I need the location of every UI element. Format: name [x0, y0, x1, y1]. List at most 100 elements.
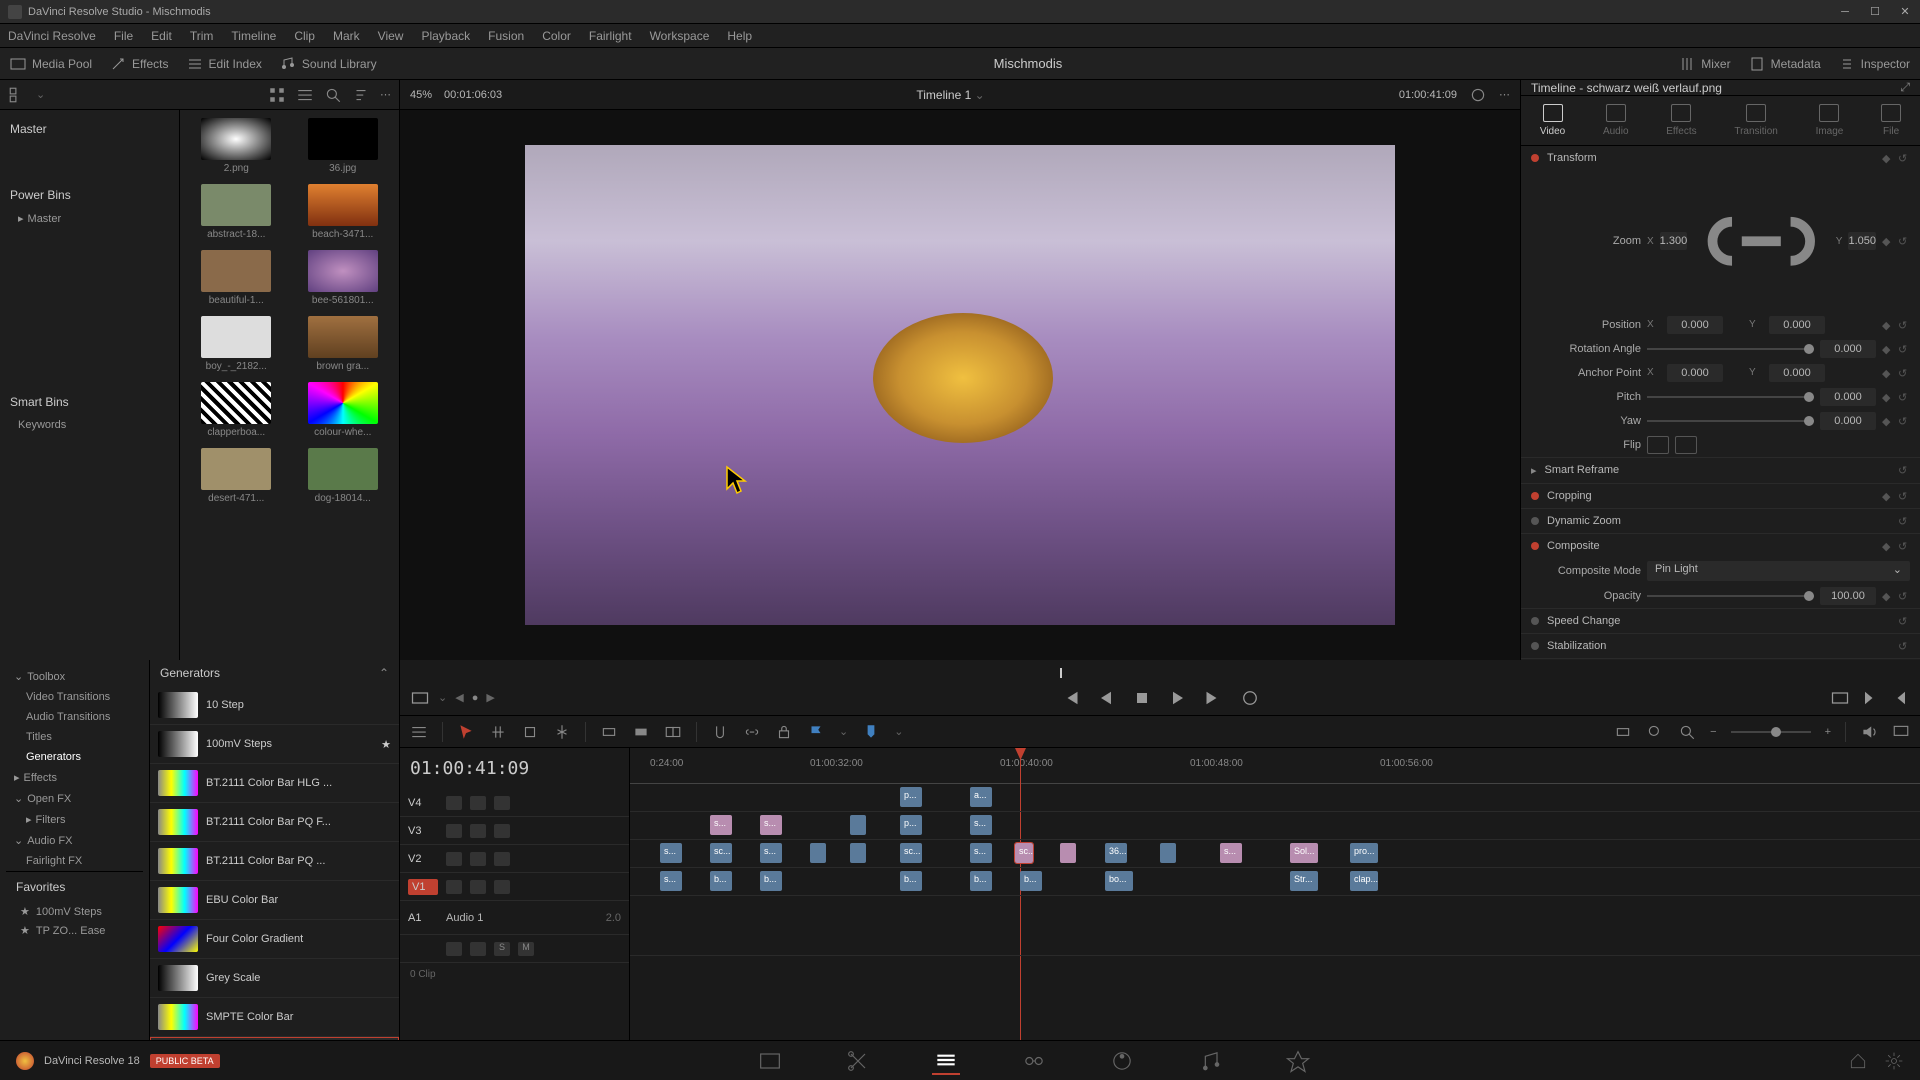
timeline-clip[interactable]: s...: [660, 871, 682, 891]
lock-icon[interactable]: [775, 723, 793, 741]
trim-tool-icon[interactable]: [489, 723, 507, 741]
timeline-clip[interactable]: b...: [970, 871, 992, 891]
menu-playback[interactable]: Playback: [421, 29, 470, 43]
media-thumb[interactable]: brown gra...: [295, 316, 392, 372]
menu-clip[interactable]: Clip: [294, 29, 315, 43]
timeline-clip[interactable]: Str...: [1290, 871, 1318, 891]
more-icon[interactable]: ⋯: [380, 88, 391, 101]
composite-header[interactable]: Composite◆↺: [1521, 534, 1920, 558]
menu-davinci[interactable]: DaVinci Resolve: [8, 29, 96, 43]
generator-item[interactable]: Solid Color: [150, 1037, 399, 1040]
pos-x-input[interactable]: 0.000: [1667, 316, 1723, 334]
deliver-page-icon[interactable]: [1284, 1047, 1312, 1075]
media-thumb[interactable]: abstract-18...: [188, 184, 285, 240]
menu-trim[interactable]: Trim: [190, 29, 214, 43]
disable-track-icon[interactable]: [494, 796, 510, 810]
go-end-icon[interactable]: [1860, 688, 1880, 708]
stop-icon[interactable]: [1132, 688, 1152, 708]
inspector-tab-image[interactable]: Image: [1816, 104, 1844, 137]
timeline-clip[interactable]: Sol...: [1290, 843, 1318, 863]
generator-item[interactable]: SMPTE Color Bar: [150, 998, 399, 1037]
timeline-clip[interactable]: s...: [660, 843, 682, 863]
marker-icon[interactable]: [862, 723, 880, 741]
bin-list-icon[interactable]: [8, 86, 26, 104]
zoom-out-icon[interactable]: −: [1710, 726, 1716, 738]
media-pool-toggle[interactable]: Media Pool: [10, 56, 92, 72]
generator-item[interactable]: BT.2111 Color Bar HLG ...: [150, 764, 399, 803]
timeline-clip[interactable]: clap...: [1350, 871, 1378, 891]
timeline-clip[interactable]: a...: [970, 787, 992, 807]
zoom-in-icon[interactable]: +: [1825, 726, 1831, 738]
timeline-clip[interactable]: [810, 843, 826, 863]
zoom-y-input[interactable]: 1.050: [1848, 232, 1876, 250]
generator-item[interactable]: Grey Scale: [150, 959, 399, 998]
match-frame-icon[interactable]: [1830, 688, 1850, 708]
thumbnail-view-icon[interactable]: [268, 86, 286, 104]
generator-item[interactable]: BT.2111 Color Bar PQ F...: [150, 803, 399, 842]
reverse-icon[interactable]: [1096, 688, 1116, 708]
menu-file[interactable]: File: [114, 29, 133, 43]
media-thumb[interactable]: beach-3471...: [295, 184, 392, 240]
track-v1-header[interactable]: V1: [400, 873, 629, 901]
zoom-slider[interactable]: [1731, 731, 1811, 733]
timeline-clip[interactable]: [1160, 843, 1176, 863]
media-thumb[interactable]: 2.png: [188, 118, 285, 174]
edit-page-icon[interactable]: [932, 1047, 960, 1075]
flip-v-button[interactable]: [1675, 436, 1697, 454]
titles-item[interactable]: Titles: [6, 727, 143, 747]
menu-timeline[interactable]: Timeline: [231, 29, 276, 43]
menu-edit[interactable]: Edit: [151, 29, 172, 43]
keywords-bin[interactable]: Keywords: [6, 415, 173, 435]
inspector-tab-video[interactable]: Video: [1540, 104, 1565, 137]
timeline-clip[interactable]: [1060, 843, 1076, 863]
master-bin[interactable]: Master: [6, 116, 173, 142]
timeline-clip[interactable]: p...: [900, 815, 922, 835]
media-thumb[interactable]: bee-561801...: [295, 250, 392, 306]
track-v4-lane[interactable]: p... a...: [630, 784, 1920, 812]
prev-clip-icon[interactable]: [1060, 688, 1080, 708]
solo-button[interactable]: S: [494, 942, 510, 956]
track-v4-header[interactable]: V4: [400, 789, 629, 817]
search-icon[interactable]: [324, 86, 342, 104]
rotation-input[interactable]: 0.000: [1820, 340, 1876, 358]
timeline-clip[interactable]: b...: [1020, 871, 1042, 891]
cropping-header[interactable]: Cropping◆↺: [1521, 484, 1920, 508]
generator-item[interactable]: EBU Color Bar: [150, 881, 399, 920]
play-icon[interactable]: [1168, 688, 1188, 708]
timeline-clip[interactable]: s...: [710, 815, 732, 835]
openfx-item[interactable]: ⌄Open FX: [6, 788, 143, 809]
viewer-zoom[interactable]: 45%: [410, 89, 432, 101]
pitch-slider[interactable]: [1647, 396, 1814, 398]
anchor-y-input[interactable]: 0.000: [1769, 364, 1825, 382]
yaw-input[interactable]: 0.000: [1820, 412, 1876, 430]
zoom-x-input[interactable]: 1.300: [1660, 232, 1688, 250]
media-page-icon[interactable]: [756, 1047, 784, 1075]
opacity-input[interactable]: 100.00: [1820, 587, 1876, 605]
timeline-clip[interactable]: b...: [710, 871, 732, 891]
timeline-clip[interactable]: s...: [970, 843, 992, 863]
timeline-clip[interactable]: 36...: [1105, 843, 1127, 863]
viewer-more-icon[interactable]: ⋯: [1499, 88, 1510, 101]
media-thumb[interactable]: boy_-_2182...: [188, 316, 285, 372]
power-master-bin[interactable]: ▸Master: [6, 208, 173, 229]
track-v2-header[interactable]: V2: [400, 845, 629, 873]
yaw-slider[interactable]: [1647, 420, 1814, 422]
inspector-tab-file[interactable]: File: [1881, 104, 1901, 137]
overwrite-clip-icon[interactable]: [632, 723, 650, 741]
generator-item[interactable]: 10 Step: [150, 686, 399, 725]
timeline-clip[interactable]: [850, 815, 866, 835]
maximize-button[interactable]: ☐: [1868, 5, 1882, 19]
timeline-clip[interactable]: bo...: [1105, 871, 1133, 891]
generator-item[interactable]: Four Color Gradient: [150, 920, 399, 959]
pos-y-input[interactable]: 0.000: [1769, 316, 1825, 334]
timeline-clip[interactable]: b...: [900, 871, 922, 891]
flip-h-button[interactable]: [1647, 436, 1669, 454]
fusion-page-icon[interactable]: [1020, 1047, 1048, 1075]
auto-select-icon[interactable]: [470, 796, 486, 810]
custom-zoom-icon[interactable]: [1678, 723, 1696, 741]
loop-icon[interactable]: [1240, 688, 1260, 708]
generator-item[interactable]: 100mV Steps★: [150, 725, 399, 764]
timeline-clip[interactable]: sc...: [900, 843, 922, 863]
snap-icon[interactable]: [711, 723, 729, 741]
menu-color[interactable]: Color: [542, 29, 571, 43]
